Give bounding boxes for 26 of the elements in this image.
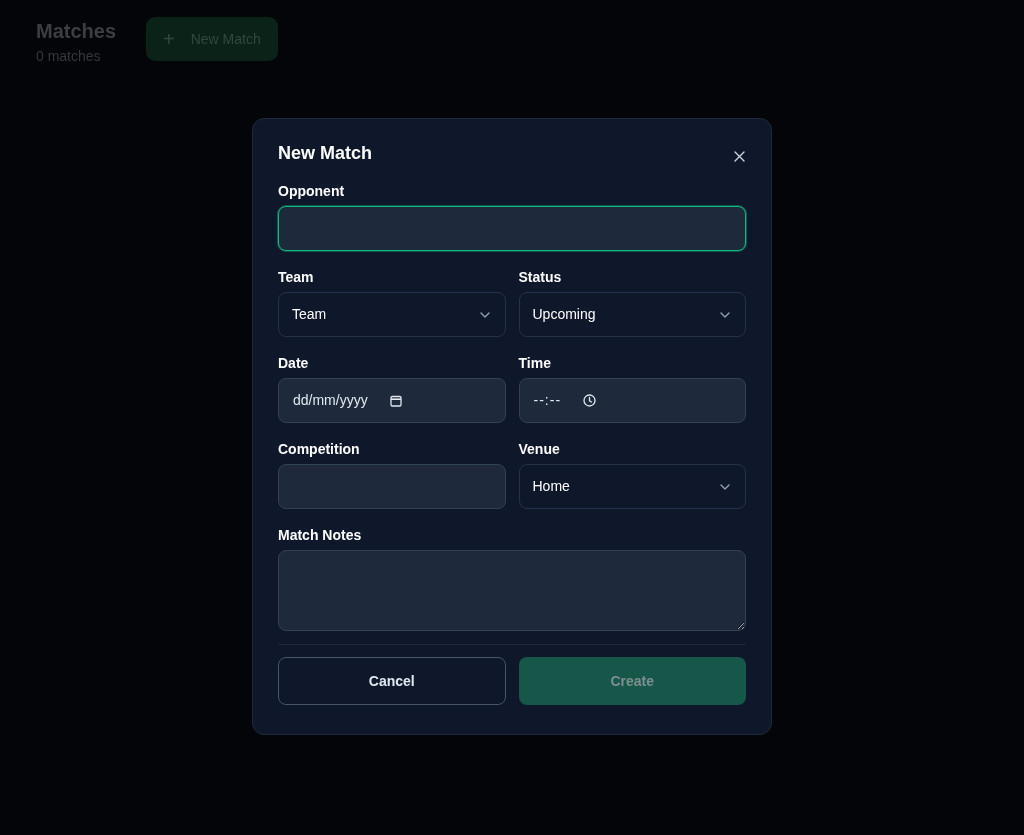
field-label: Time xyxy=(518,354,552,373)
field-label: Date xyxy=(278,354,310,373)
close-icon[interactable] xyxy=(734,151,745,162)
field-label: Opponent xyxy=(278,182,346,201)
plus-icon: + xyxy=(163,29,175,49)
dialog-title: New Match xyxy=(278,142,373,165)
page-title: Matches xyxy=(36,19,117,43)
competition-field[interactable] xyxy=(278,464,506,509)
opponent-field[interactable] xyxy=(278,206,746,251)
field-label: Status xyxy=(518,268,563,287)
chevron-down-icon xyxy=(479,311,490,318)
date-field[interactable]: dd/mm/yyyy xyxy=(278,378,506,423)
clock-icon[interactable] xyxy=(583,394,597,407)
field-label: Competition xyxy=(278,440,361,459)
select-field[interactable]: Upcoming xyxy=(518,292,746,337)
select-field[interactable]: Team xyxy=(278,292,506,337)
field-label: Venue xyxy=(518,440,561,459)
select-field[interactable]: Home xyxy=(518,464,746,509)
chevron-down-icon xyxy=(720,483,730,490)
calendar-icon[interactable] xyxy=(389,394,402,407)
time-field[interactable]: --:-- xyxy=(518,378,746,423)
cancel-button[interactable]: Cancel xyxy=(278,657,506,705)
field-label: Match Notes xyxy=(278,526,363,545)
chevron-down-icon xyxy=(720,311,730,318)
field-label: Team xyxy=(278,268,315,287)
notes-field[interactable] xyxy=(278,550,746,631)
